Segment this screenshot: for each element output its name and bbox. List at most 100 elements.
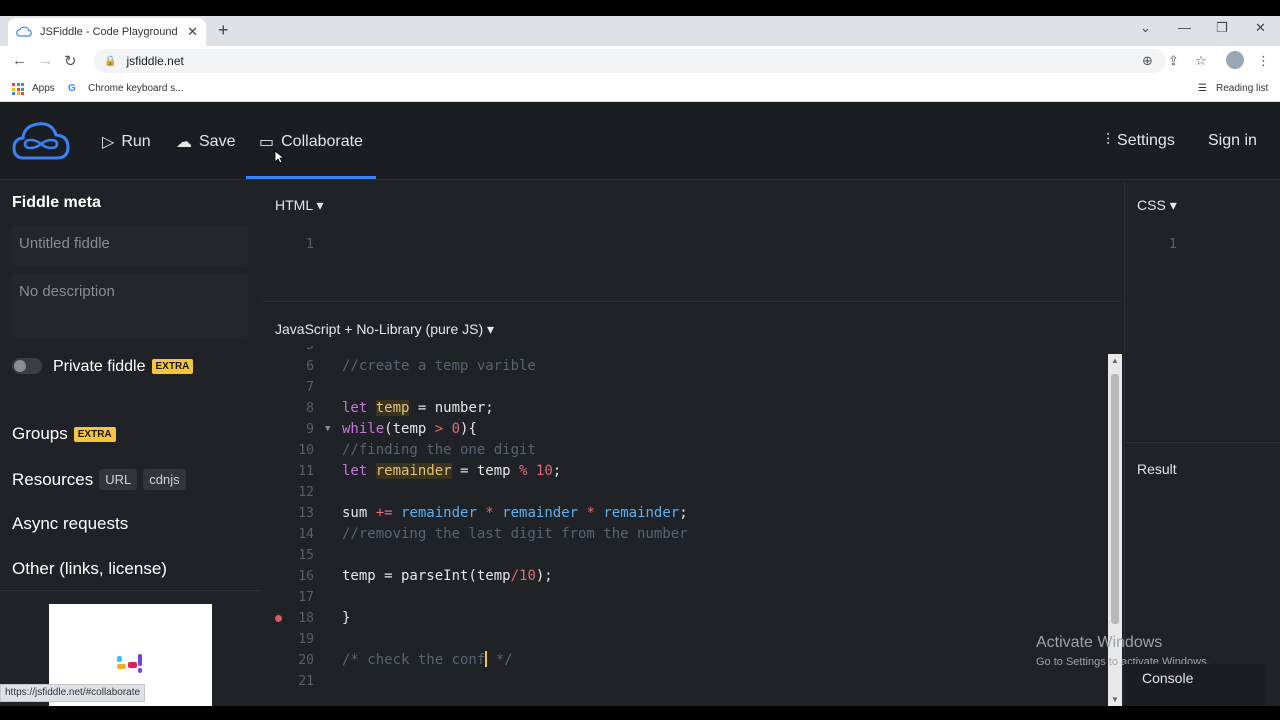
- code-line[interactable]: 13 sum += remainder * remainder * remaind…: [262, 503, 1112, 524]
- sidebar-item-resources[interactable]: Resources URL cdnjs: [12, 469, 186, 490]
- bottom-letterbox: [0, 706, 1280, 720]
- code-line[interactable]: 20 /* check the conf */: [262, 650, 1112, 671]
- line-number: 21: [298, 674, 314, 689]
- zoom-icon[interactable]: ⊕: [1142, 53, 1153, 69]
- bookmark-chrome-keyboard[interactable]: Chrome keyboard s...: [88, 83, 184, 94]
- fiddle-meta-sidebar: Fiddle meta Untitled fiddle No descripti…: [0, 180, 262, 706]
- html-panel-label[interactable]: HTML ▾: [275, 197, 324, 214]
- code-line[interactable]: 11 let remainder = temp % 10;: [262, 461, 1112, 482]
- jsfiddle-app: ▷ Run ☁ Save ▭ Collaborate ⫶ Settings Si…: [0, 102, 1280, 706]
- css-line-number: 1: [1169, 237, 1177, 252]
- code-line[interactable]: 21: [262, 671, 1112, 692]
- sidebar-title: Fiddle meta: [12, 194, 101, 211]
- sidebar-item-async-requests[interactable]: Async requests: [12, 514, 128, 534]
- scroll-up-icon[interactable]: ▲: [1111, 356, 1119, 365]
- code-line[interactable]: 7: [262, 377, 1112, 398]
- line-number: 18: [298, 611, 314, 626]
- line-number: 9: [306, 422, 314, 437]
- code-line[interactable]: 6 //create a temp varible: [262, 356, 1112, 377]
- code-line[interactable]: 9 ▼ while(temp > 0){: [262, 419, 1112, 440]
- tab-close-icon[interactable]: ✕: [187, 24, 198, 40]
- line-number: 13: [298, 506, 314, 521]
- browser-tab[interactable]: JSFiddle - Code Playground ✕: [8, 18, 206, 46]
- code-line[interactable]: 12: [262, 482, 1112, 503]
- line-number: 17: [298, 590, 314, 605]
- save-label: Save: [199, 133, 236, 150]
- collaborate-label: Collaborate: [281, 133, 363, 150]
- js-panel-label[interactable]: JavaScript + No-Library (pure JS) ▾: [275, 321, 494, 338]
- line-number: 10: [298, 443, 314, 458]
- jsfiddle-logo-icon[interactable]: [12, 118, 70, 162]
- tab-search-icon[interactable]: ⌄: [1140, 20, 1151, 36]
- breakpoint-marker[interactable]: [275, 615, 282, 622]
- fold-arrow-icon[interactable]: ▼: [325, 419, 330, 440]
- run-button[interactable]: ▷ Run: [102, 132, 151, 152]
- private-fiddle-toggle[interactable]: [12, 358, 42, 374]
- menu-kebab-icon[interactable]: ⋮: [1257, 53, 1270, 69]
- fiddle-title-input[interactable]: Untitled fiddle: [12, 225, 248, 265]
- resources-label: Resources: [12, 470, 94, 489]
- code-line[interactable]: 17: [262, 587, 1112, 608]
- css-panel-title: CSS: [1137, 197, 1166, 213]
- line-number: 20: [298, 653, 314, 668]
- line-code: temp = parseInt(temp/10);: [342, 568, 553, 584]
- result-panel-label: Result: [1137, 461, 1177, 477]
- css-panel-label[interactable]: CSS ▾: [1137, 197, 1177, 214]
- sign-in-button[interactable]: Sign in: [1208, 132, 1257, 150]
- resources-url-tag[interactable]: URL: [99, 469, 138, 490]
- reading-list[interactable]: Reading list: [1216, 83, 1268, 94]
- collaborate-button[interactable]: ▭ Collaborate: [259, 132, 363, 152]
- new-tab-icon[interactable]: +: [218, 20, 229, 41]
- code-line[interactable]: 16 temp = parseInt(temp/10);: [262, 566, 1112, 587]
- code-line[interactable]: 10 //finding the one digit: [262, 440, 1112, 461]
- code-line[interactable]: 18}: [262, 608, 1112, 629]
- line-number: 12: [298, 485, 314, 500]
- css-editor-panel[interactable]: CSS ▾ 1: [1124, 180, 1280, 442]
- line-number: 11: [298, 464, 314, 479]
- google-icon: G: [68, 83, 76, 94]
- back-icon[interactable]: ←: [12, 52, 27, 69]
- bookmark-star-icon[interactable]: ☆: [1195, 53, 1207, 69]
- settings-button[interactable]: ⫶ Settings: [1106, 132, 1175, 150]
- restore-icon[interactable]: ❐: [1216, 20, 1228, 36]
- code-line[interactable]: 15: [262, 545, 1112, 566]
- line-code: //create a temp varible: [342, 358, 536, 374]
- window-close-icon[interactable]: ✕: [1255, 20, 1266, 36]
- editor-scrollbar[interactable]: ▲ ▼: [1108, 354, 1122, 706]
- bookmark-apps[interactable]: Apps: [32, 83, 55, 94]
- activate-windows-title: Activate Windows: [1036, 634, 1163, 651]
- resources-cdnjs-tag[interactable]: cdnjs: [143, 469, 186, 490]
- code-line[interactable]: 8 let temp = number;: [262, 398, 1112, 419]
- scroll-down-icon[interactable]: ▼: [1111, 695, 1119, 704]
- js-code-area[interactable]: 5 6 //create a temp varible 7 8 let temp = nu…: [262, 346, 1112, 706]
- address-bar[interactable]: 🔒 jsfiddle.net: [94, 49, 1166, 73]
- groups-extra-badge: EXTRA: [73, 427, 116, 442]
- address-url: jsfiddle.net: [126, 54, 184, 68]
- reload-icon[interactable]: ↻: [64, 52, 77, 70]
- html-editor-panel[interactable]: HTML ▾ 1: [262, 180, 1122, 302]
- fiddle-description-input[interactable]: No description: [12, 273, 248, 337]
- js-editor-panel[interactable]: JavaScript + No-Library (pure JS) ▾ 5 6 //…: [262, 302, 1122, 706]
- code-line[interactable]: 14 //removing the last digit from the num…: [262, 524, 1112, 545]
- bookmarks-bar: Apps G Chrome keyboard s... ☰ Reading li…: [0, 76, 1280, 102]
- line-code: while(temp > 0){: [342, 421, 477, 437]
- collaborate-active-indicator: [246, 176, 376, 179]
- share-icon[interactable]: ⇪: [1168, 53, 1179, 69]
- scrollbar-thumb[interactable]: [1111, 374, 1119, 624]
- code-line[interactable]: 5: [262, 346, 1112, 356]
- reading-list-icon: ☰: [1198, 83, 1207, 94]
- line-number: 8: [306, 401, 314, 416]
- sidebar-item-other[interactable]: Other (links, license): [12, 559, 167, 579]
- sidebar-item-groups[interactable]: Groups EXTRA: [12, 424, 116, 444]
- console-bar[interactable]: Console: [1124, 664, 1266, 706]
- line-code: sum += remainder * remainder * remainder…: [342, 505, 688, 521]
- line-number: 6: [306, 359, 314, 374]
- line-number: 5: [262, 346, 314, 356]
- profile-avatar[interactable]: [1226, 51, 1244, 69]
- chevron-down-icon: ▾: [316, 197, 324, 213]
- line-number: 14: [298, 527, 314, 542]
- forward-icon[interactable]: →: [38, 52, 53, 69]
- code-line[interactable]: 19: [262, 629, 1112, 650]
- save-button[interactable]: ☁ Save: [176, 132, 235, 152]
- minimize-icon[interactable]: —: [1178, 20, 1191, 35]
